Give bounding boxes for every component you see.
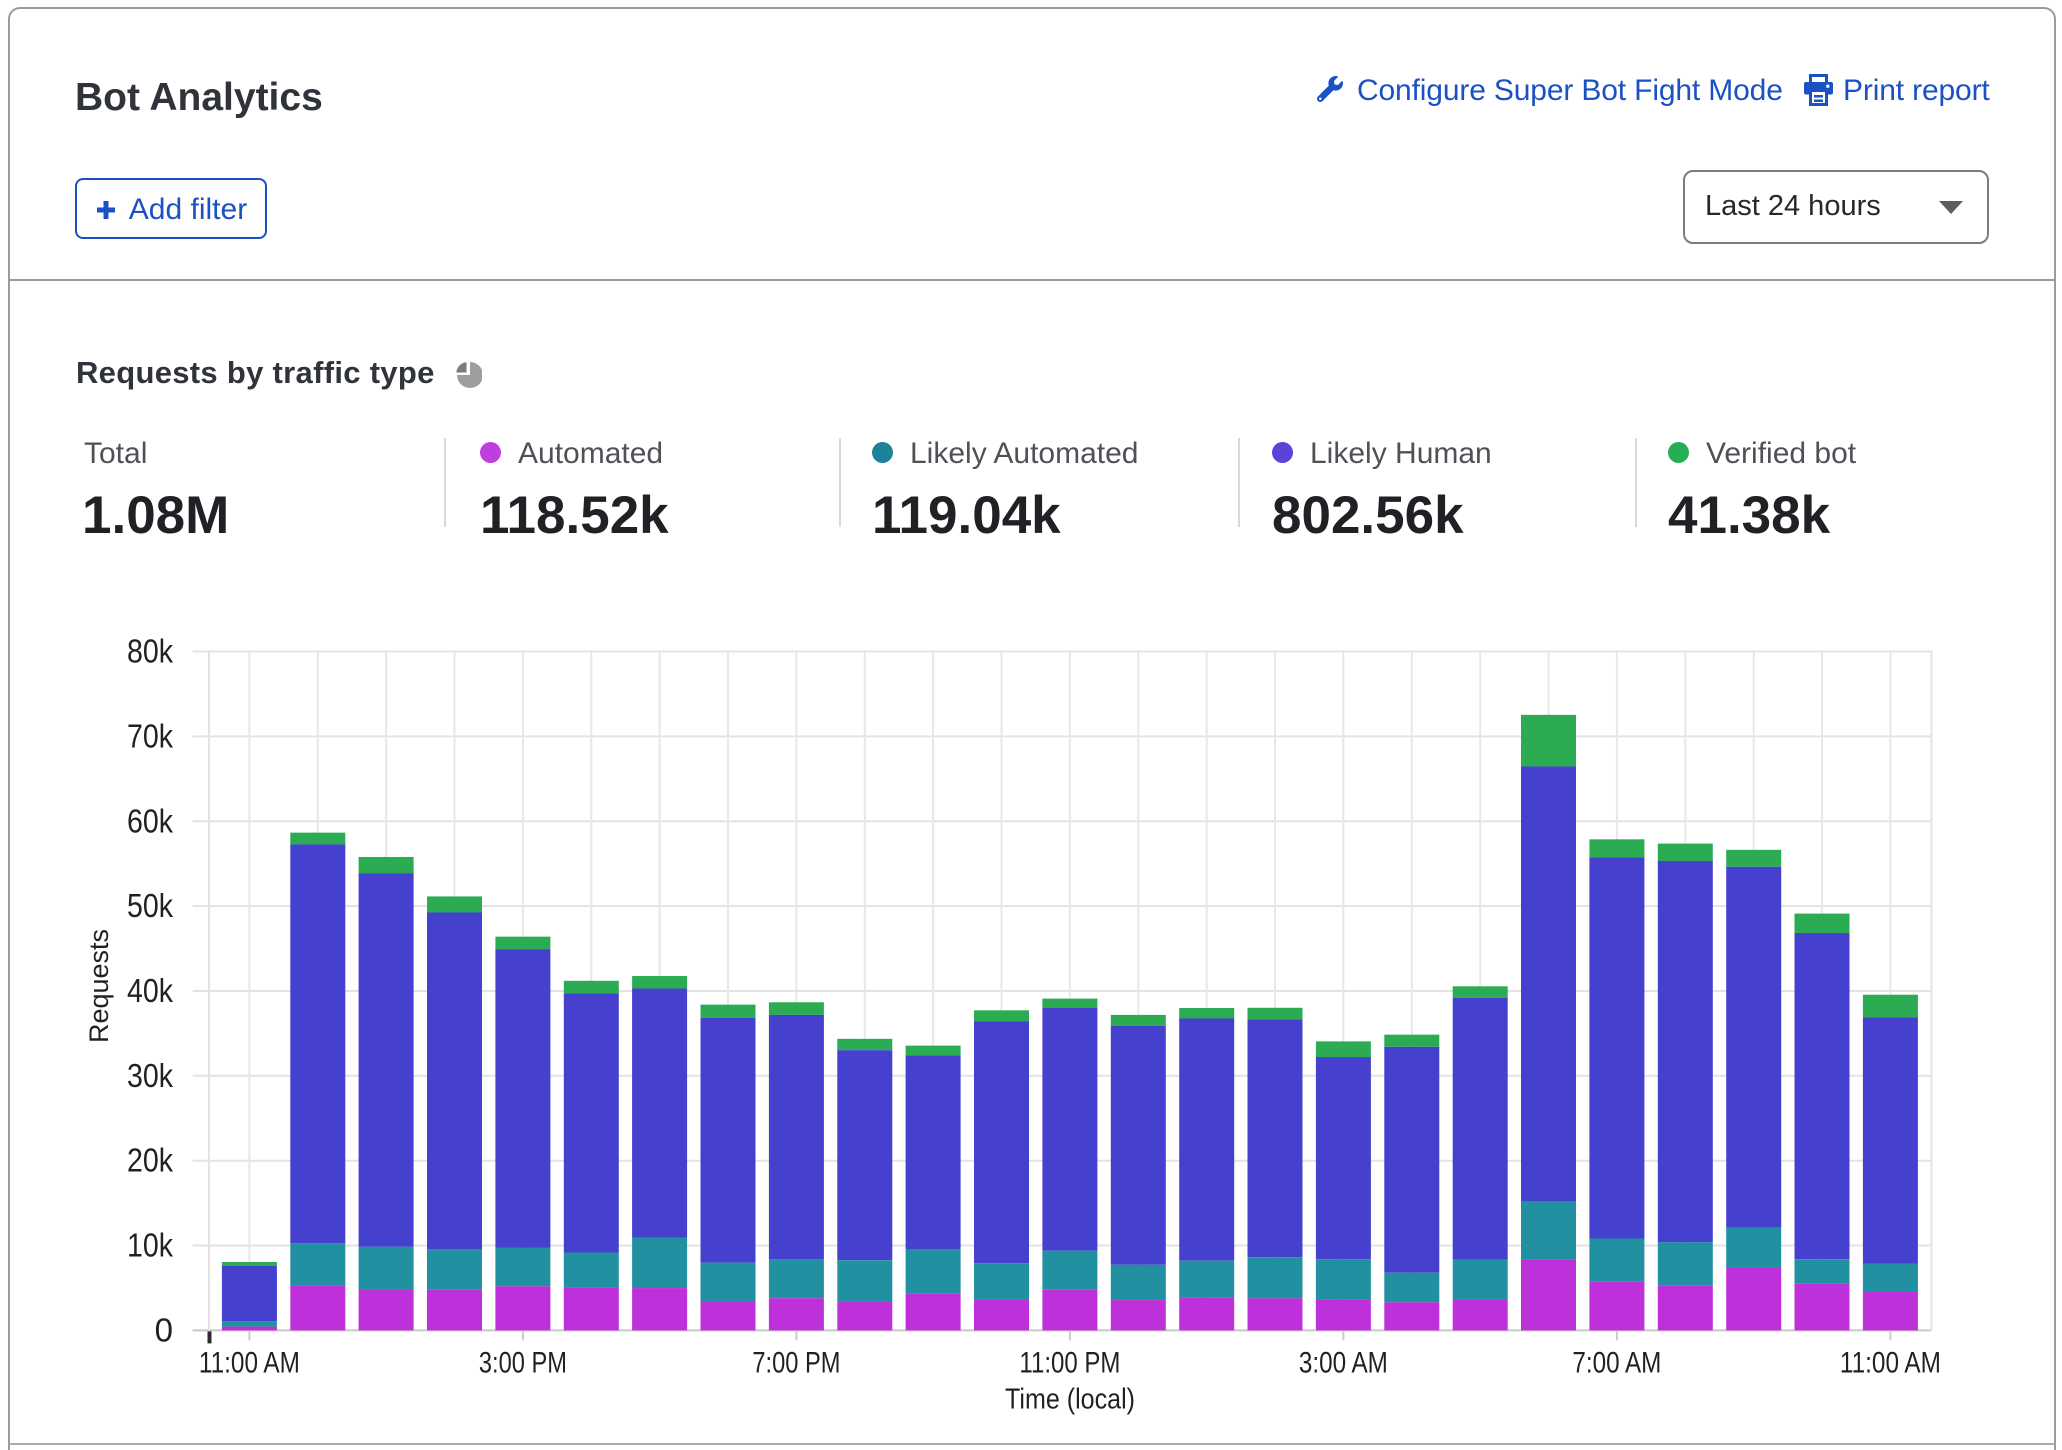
- svg-text:80k: 80k: [127, 633, 173, 670]
- svg-text:10k: 10k: [127, 1227, 173, 1264]
- svg-text:30k: 30k: [127, 1057, 173, 1094]
- svg-text:50k: 50k: [127, 887, 173, 924]
- svg-text:60k: 60k: [127, 802, 173, 839]
- svg-text:70k: 70k: [127, 717, 173, 754]
- svg-text:11:00 AM: 11:00 AM: [199, 1346, 300, 1379]
- svg-text:20k: 20k: [127, 1142, 173, 1179]
- svg-text:11:00 PM: 11:00 PM: [1019, 1346, 1120, 1379]
- svg-text:3:00 PM: 3:00 PM: [479, 1346, 567, 1379]
- svg-text:3:00 AM: 3:00 AM: [1299, 1346, 1388, 1379]
- svg-text:Time (local): Time (local): [1005, 1383, 1135, 1415]
- svg-text:7:00 AM: 7:00 AM: [1572, 1346, 1661, 1379]
- svg-text:11:00 AM: 11:00 AM: [1840, 1346, 1941, 1379]
- svg-text:7:00 PM: 7:00 PM: [752, 1346, 840, 1379]
- svg-text:40k: 40k: [127, 972, 173, 1009]
- svg-text:0: 0: [155, 1311, 173, 1348]
- svg-text:Requests: Requests: [84, 929, 114, 1043]
